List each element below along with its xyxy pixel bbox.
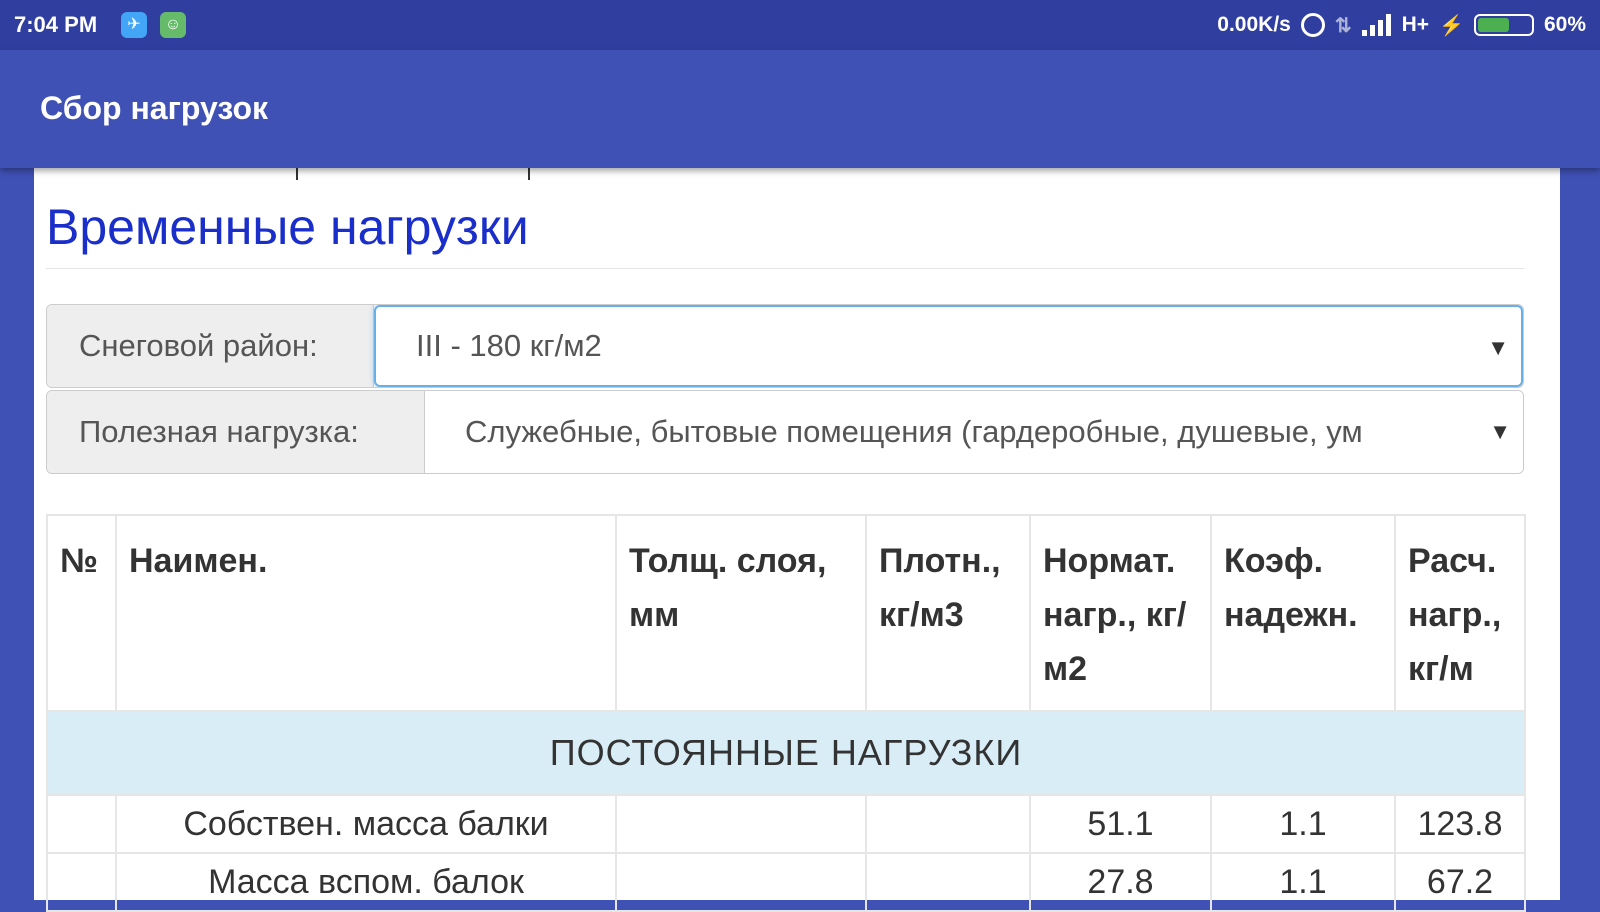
header-name: Наимен. [115,514,617,712]
cell-coef: 1.1 [1210,794,1396,854]
battery-percent: 60% [1543,13,1586,36]
cell-norm-load: 51.1 [1029,794,1212,854]
content-border-left [22,168,34,900]
snow-region-label: Снеговой район: [47,305,374,387]
header-density: Плотн., кг/м3 [865,514,1031,712]
cell-name: Собствен. масса балки [115,794,617,854]
table-row[interactable]: Собствен. масса балки 51.1 1.1 123.8 [46,794,1526,854]
scroll-remnant [46,168,1524,182]
app-bar: Сбор нагрузок [0,50,1600,168]
page-content: Временные нагрузки Снеговой район: III -… [46,168,1526,912]
useful-load-value: Служебные, бытовые помещения (гардеробны… [465,414,1363,449]
cell-calc-load: 67.2 [1394,852,1526,912]
snow-region-field: Снеговой район: III - 180 кг/м2 ▼ [46,304,1524,388]
loads-table: № Наимен. Толщ. слоя, мм Плотн., кг/м3 Н… [46,514,1526,912]
header-thickness: Толщ. слоя, мм [615,514,867,712]
android-icon: ☺ [160,12,186,38]
group-title: ПОСТОЯННЫЕ НАГРУЗКИ [46,710,1526,796]
telegram-icon: ✈ [121,12,147,38]
cell-name: Масса вспом. балок [115,852,617,912]
battery-icon [1473,14,1534,36]
useful-load-select[interactable]: Служебные, бытовые помещения (гардеробны… [425,391,1523,473]
charging-icon: ⚡ [1439,14,1464,37]
header-calc-load: Расч. нагр., кг/м [1394,514,1526,712]
table-header-row: № Наимен. Толщ. слоя, мм Плотн., кг/м3 Н… [46,514,1526,712]
cell-thickness [615,852,867,912]
status-indicators: 0.00K/s ⇅ H+ ⚡ 60% [1217,12,1586,38]
useful-load-field: Полезная нагрузка: Служебные, бытовые по… [46,390,1524,474]
cell-calc-load: 123.8 [1394,794,1526,854]
cell-thickness [615,794,867,854]
app-title: Сбор нагрузок [40,90,269,126]
status-bar: 7:04 PM ✈ ☺ 0.00K/s ⇅ H+ ⚡ 60% [0,0,1600,50]
cell-num [46,794,117,854]
cell-norm-load: 27.8 [1029,852,1212,912]
content-border-right [1560,168,1570,900]
cell-num [46,852,117,912]
status-time: 7:04 PM [14,12,98,37]
useful-load-label: Полезная нагрузка: [47,391,425,473]
header-num: № [46,514,117,712]
table-row[interactable]: Масса вспом. балок 27.8 1.1 67.2 [46,852,1526,912]
header-coef: Коэф. надежн. [1210,514,1396,712]
data-transfer-icon: ⇅ [1334,14,1352,37]
alarm-icon [1300,13,1325,37]
cell-density [865,852,1031,912]
dropdown-arrow-icon: ▼ [1479,419,1511,445]
snow-region-value: III - 180 кг/м2 [416,328,602,363]
section-title: Временные нагрузки [46,182,1524,269]
header-norm-load: Нормат. нагр., кг/м2 [1029,514,1212,712]
cell-density [865,794,1031,854]
snow-region-select[interactable]: III - 180 кг/м2 ▼ [374,305,1523,387]
signal-icon [1361,14,1392,36]
group-row: ПОСТОЯННЫЕ НАГРУЗКИ [46,710,1526,796]
network-speed: 0.00K/s [1217,13,1291,36]
network-type: H+ [1401,13,1430,36]
dropdown-arrow-icon: ▼ [1477,335,1509,361]
cell-coef: 1.1 [1210,852,1396,912]
